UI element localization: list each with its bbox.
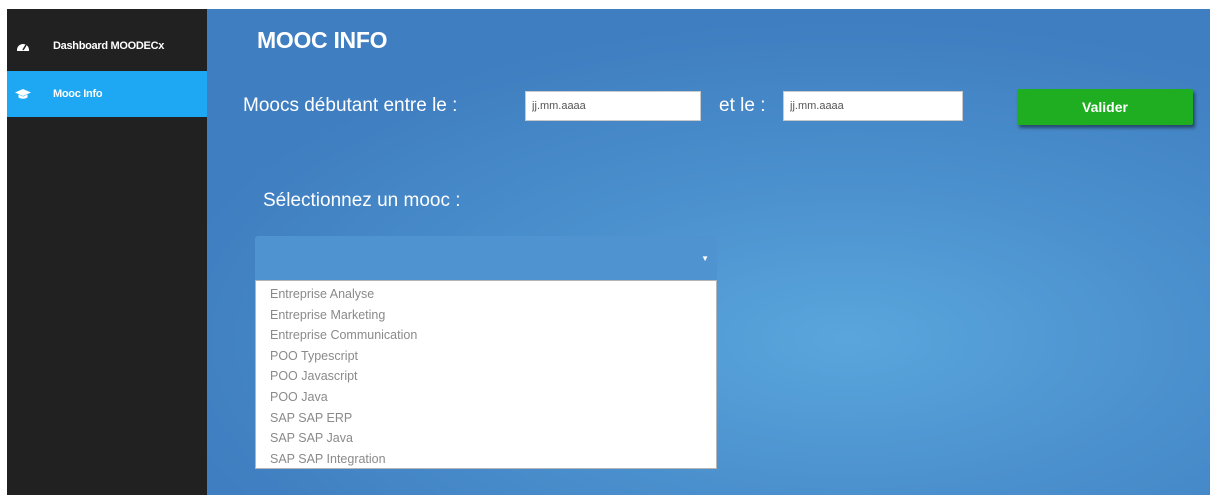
graduation-cap-icon xyxy=(15,87,31,101)
dropdown-option[interactable]: Entreprise Communication xyxy=(256,325,716,346)
end-date-label: et le : xyxy=(719,95,766,116)
dropdown-option[interactable]: Entreprise Analyse xyxy=(256,284,716,305)
start-date-input[interactable] xyxy=(525,91,701,121)
main-content: MOOC INFO Moocs débutant entre le : et l… xyxy=(207,9,1210,495)
start-date-label: Moocs débutant entre le : xyxy=(243,95,458,116)
dropdown-option[interactable]: POO Typescript xyxy=(256,346,716,367)
dashboard-icon xyxy=(15,39,31,53)
mooc-dropdown-list: Entreprise Analyse Entreprise Marketing En… xyxy=(255,280,717,469)
chevron-down-icon: ▼ xyxy=(701,254,709,263)
page-title: MOOC INFO xyxy=(257,27,388,53)
dropdown-option[interactable]: Entreprise Marketing xyxy=(256,305,716,326)
dropdown-option[interactable]: POO Java xyxy=(256,387,716,408)
validate-button[interactable]: Valider xyxy=(1017,89,1193,125)
dropdown-option[interactable]: SAP SAP Integration xyxy=(256,449,716,470)
dropdown-option[interactable]: SAP SAP Java xyxy=(256,428,716,449)
sidebar-item-mooc-info[interactable]: Mooc Info xyxy=(7,71,207,117)
mooc-select[interactable]: ▼ xyxy=(255,236,717,280)
select-mooc-label: Sélectionnez un mooc : xyxy=(263,190,461,211)
sidebar: Dashboard MOODECx Mooc Info xyxy=(7,9,207,495)
sidebar-item-label: Mooc Info xyxy=(53,88,103,100)
sidebar-item-dashboard[interactable]: Dashboard MOODECx xyxy=(7,23,207,69)
dropdown-option[interactable]: POO Javascript xyxy=(256,366,716,387)
sidebar-item-label: Dashboard MOODECx xyxy=(53,40,165,52)
dropdown-option[interactable]: SAP SAP ERP xyxy=(256,408,716,429)
end-date-input[interactable] xyxy=(783,91,963,121)
